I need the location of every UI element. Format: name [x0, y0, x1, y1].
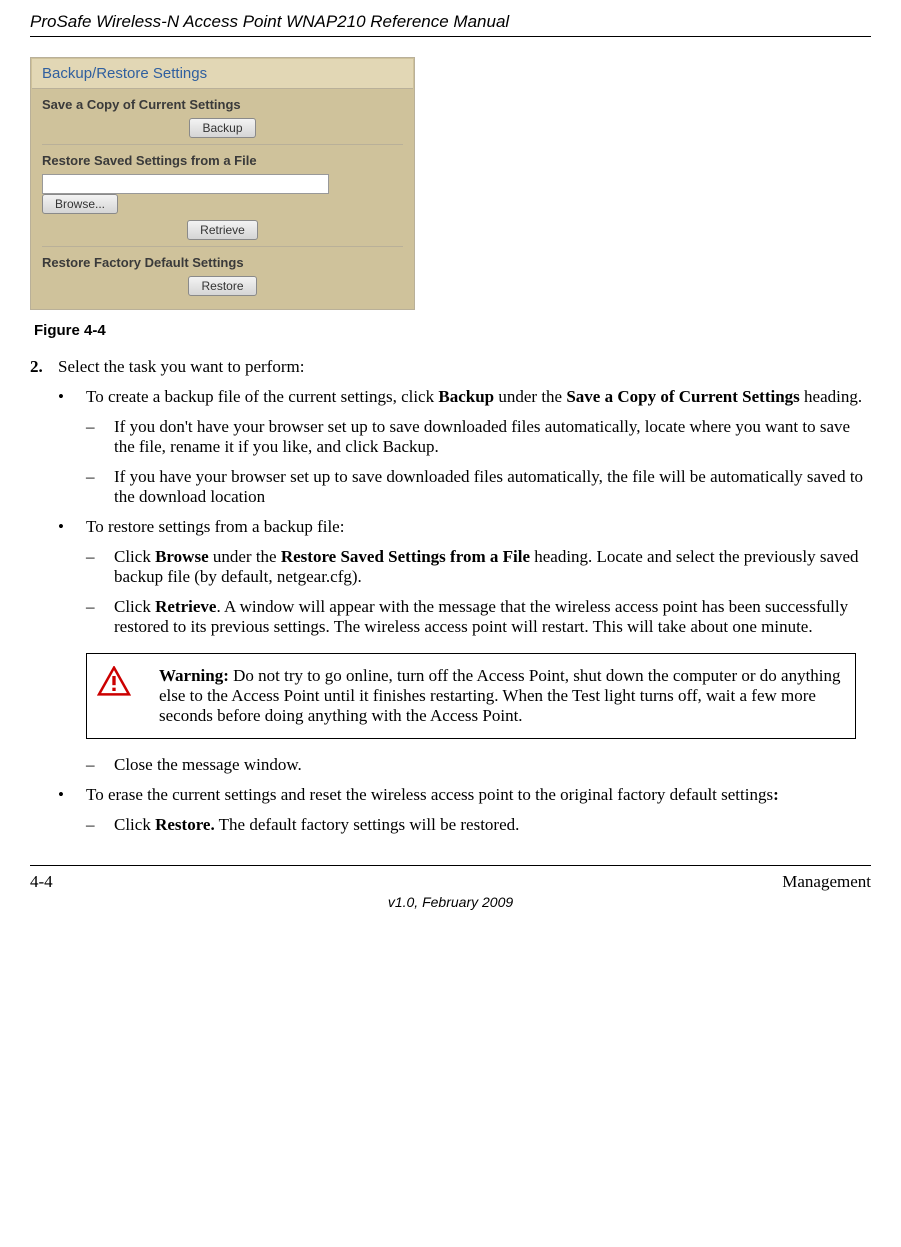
page-content: Backup/Restore Settings Save a Copy of C…	[0, 37, 901, 865]
bullet-marker: •	[58, 387, 86, 407]
restore-button[interactable]: Restore	[188, 276, 256, 296]
page-number: 4-4	[30, 872, 53, 892]
sub-erase-restore: – Click Restore. The default factory set…	[86, 815, 871, 835]
dash-marker: –	[86, 597, 114, 637]
dash-marker: –	[86, 815, 114, 835]
bullet-restore: • To restore settings from a backup file…	[58, 517, 871, 537]
page-header-title: ProSafe Wireless-N Access Point WNAP210 …	[0, 0, 901, 36]
backup-button[interactable]: Backup	[189, 118, 255, 138]
dash-marker: –	[86, 547, 114, 587]
panel-title: Backup/Restore Settings	[32, 59, 413, 89]
factory-defaults-label: Restore Factory Default Settings	[42, 255, 403, 270]
bullet-erase: • To erase the current settings and rese…	[58, 785, 871, 805]
step-2: 2. Select the task you want to perform:	[30, 357, 871, 377]
sub-backup-2: – If you have your browser set up to sav…	[86, 467, 871, 507]
dash-marker: –	[86, 755, 114, 775]
warning-icon	[89, 656, 149, 736]
browse-button[interactable]: Browse...	[42, 194, 118, 214]
bullet-marker: •	[58, 785, 86, 805]
backup-restore-screenshot: Backup/Restore Settings Save a Copy of C…	[30, 57, 415, 310]
bullet-marker: •	[58, 517, 86, 537]
file-path-input[interactable]	[42, 174, 329, 194]
bullet-backup: • To create a backup file of the current…	[58, 387, 871, 407]
restore-file-label: Restore Saved Settings from a File	[42, 153, 403, 168]
save-copy-label: Save a Copy of Current Settings	[42, 97, 403, 112]
dash-marker: –	[86, 417, 114, 457]
figure-caption: Figure 4-4	[34, 322, 871, 339]
warning-text: Warning: Do not try to go online, turn o…	[151, 656, 853, 736]
sub-backup-1: – If you don't have your browser set up …	[86, 417, 871, 457]
dash-marker: –	[86, 467, 114, 507]
footer-version: v1.0, February 2009	[0, 894, 901, 930]
warning-box: Warning: Do not try to go online, turn o…	[86, 653, 856, 739]
retrieve-button[interactable]: Retrieve	[187, 220, 258, 240]
sub-restore-browse: – Click Browse under the Restore Saved S…	[86, 547, 871, 587]
chapter-name: Management	[782, 872, 871, 892]
step-text: Select the task you want to perform:	[58, 357, 304, 377]
sub-restore-close: – Close the message window.	[86, 755, 871, 775]
sub-restore-retrieve: – Click Retrieve. A window will appear w…	[86, 597, 871, 637]
step-number: 2.	[30, 357, 58, 377]
